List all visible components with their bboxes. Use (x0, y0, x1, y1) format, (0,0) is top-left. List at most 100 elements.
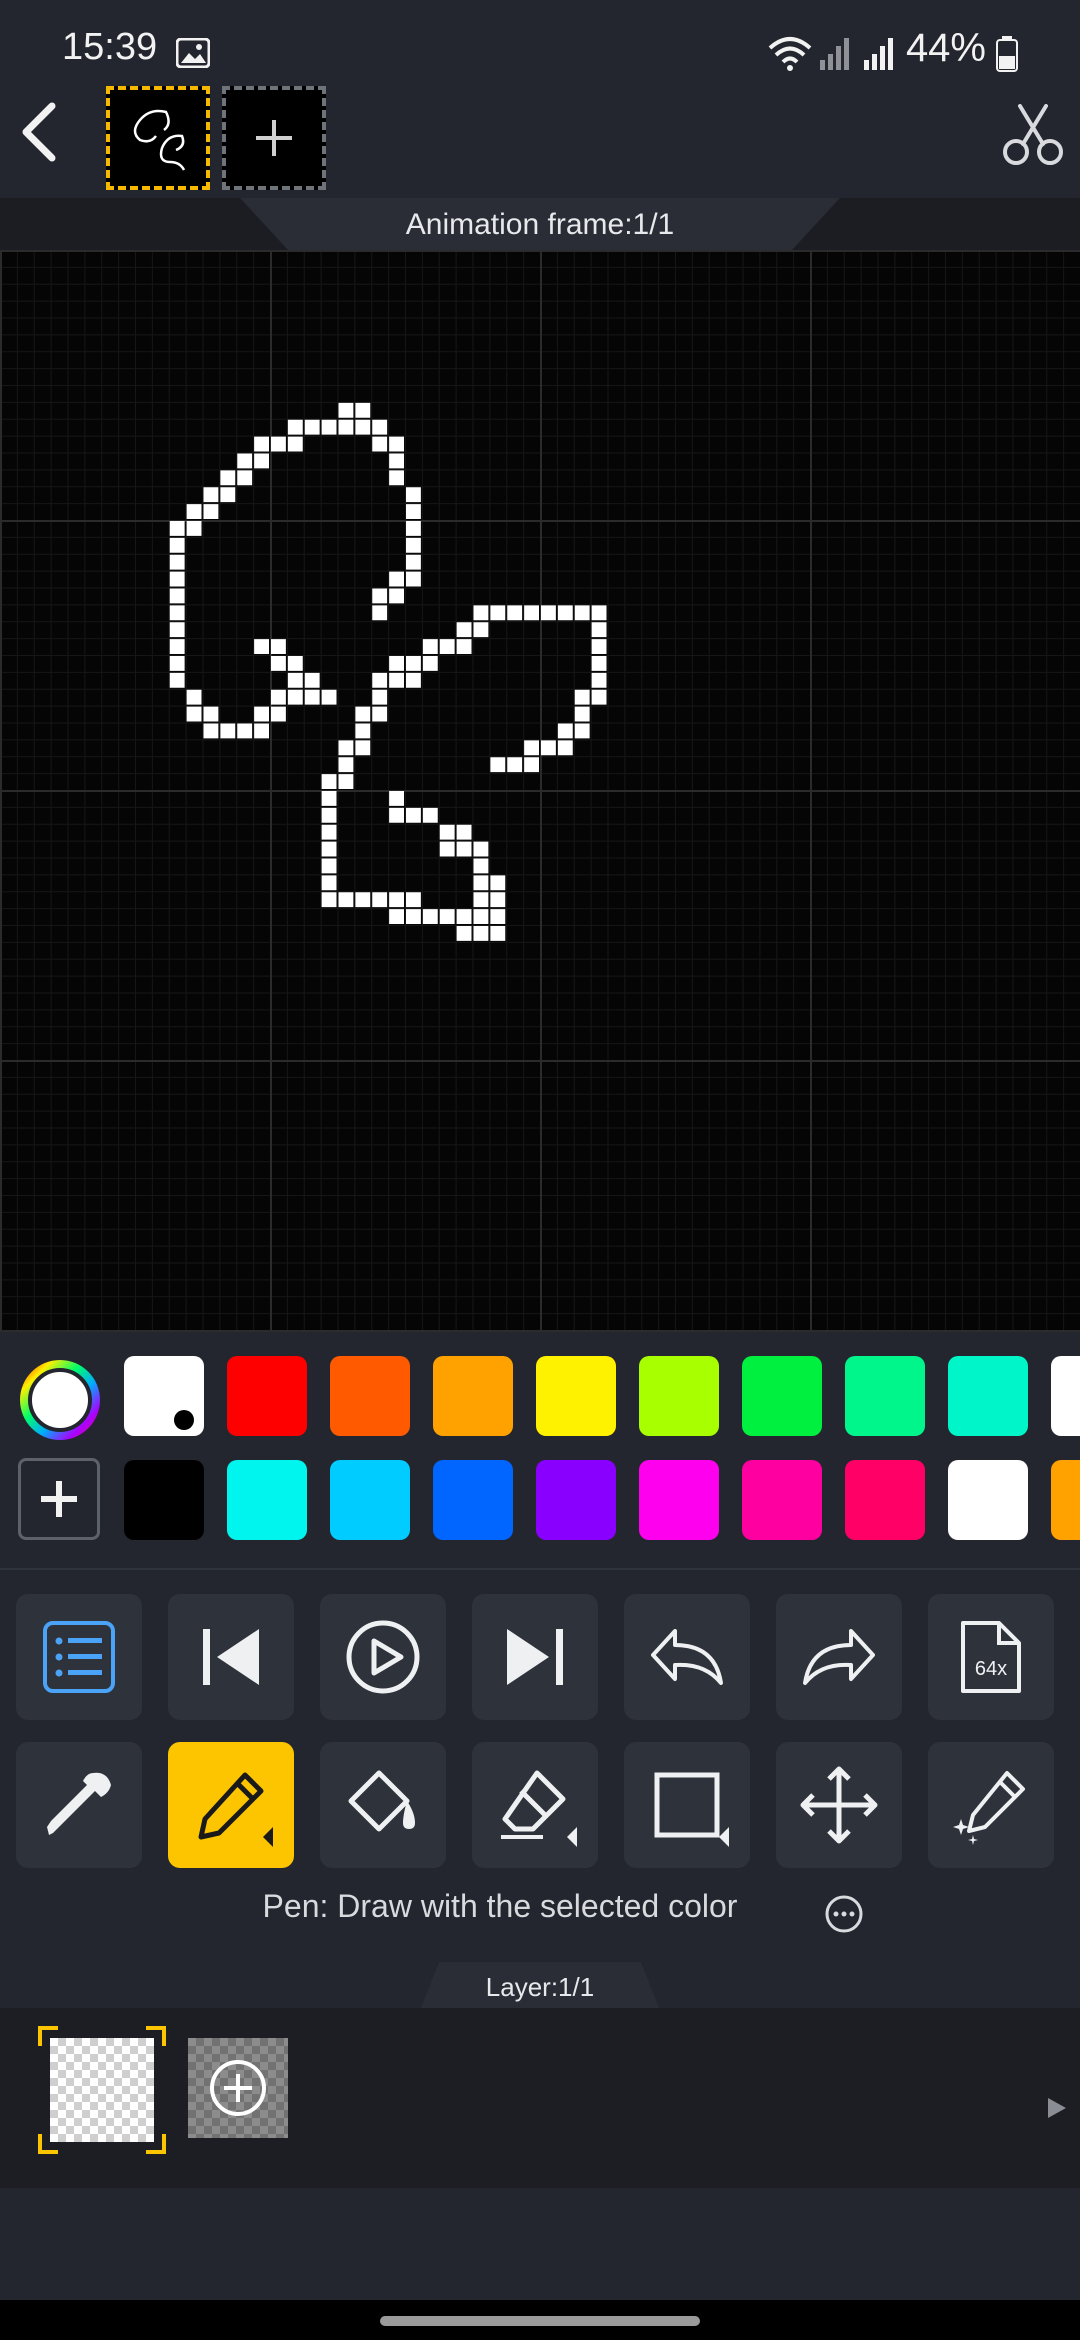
color-swatch[interactable] (433, 1356, 513, 1436)
pixel (591, 639, 607, 654)
shape-tool-button[interactable] (624, 1742, 750, 1868)
pixel (254, 723, 269, 739)
pixel (203, 504, 219, 519)
pixel (456, 639, 472, 654)
pixel (271, 689, 286, 705)
pixel (372, 689, 388, 705)
pixel (355, 706, 371, 722)
triangle-right-icon[interactable] (1046, 2096, 1068, 2120)
pixel (169, 571, 185, 587)
color-swatch[interactable] (948, 1356, 1028, 1436)
pixel (422, 909, 438, 924)
play-button[interactable] (320, 1594, 446, 1720)
pixel-art (169, 402, 607, 941)
pixel (389, 470, 404, 486)
pixel (304, 672, 320, 688)
color-swatch[interactable] (330, 1356, 410, 1436)
color-swatch[interactable] (742, 1356, 822, 1436)
color-swatch[interactable] (639, 1356, 719, 1436)
signal-icon (820, 38, 849, 70)
pixel (287, 689, 303, 705)
color-wheel-icon[interactable] (16, 1356, 104, 1444)
home-indicator[interactable] (380, 2316, 700, 2326)
frame-thumbnail-1[interactable] (106, 86, 210, 190)
pixel (338, 419, 354, 435)
fill-tool-button[interactable] (320, 1742, 446, 1868)
pixel (541, 740, 556, 756)
pixel (507, 757, 523, 773)
color-swatch[interactable] (124, 1460, 204, 1540)
pixel (254, 436, 269, 452)
pixel (169, 656, 185, 671)
more-icon[interactable] (824, 1894, 864, 1934)
scissors-icon[interactable] (1002, 104, 1064, 168)
color-swatch[interactable] (1051, 1460, 1080, 1540)
pixel (372, 436, 388, 452)
pixel (271, 706, 286, 722)
pixel (287, 419, 303, 435)
color-swatch[interactable] (742, 1460, 822, 1540)
pixel (372, 706, 388, 722)
color-swatch[interactable] (845, 1460, 925, 1540)
sparkle-pen-icon (953, 1771, 1025, 1845)
export-64x-button[interactable]: 64x (928, 1594, 1054, 1720)
color-swatch[interactable] (330, 1460, 410, 1540)
undo-button[interactable] (624, 1594, 750, 1720)
pixel (591, 605, 607, 621)
color-swatch[interactable] (639, 1460, 719, 1540)
magic-pen-button[interactable] (928, 1742, 1054, 1868)
color-swatch[interactable] (1051, 1356, 1080, 1436)
drawing-canvas[interactable] (0, 250, 1080, 1332)
pixel (406, 554, 421, 570)
wifi-icon (768, 37, 812, 71)
pixel (338, 757, 354, 773)
battery-percent: 44% (905, 26, 986, 70)
color-swatch[interactable] (948, 1460, 1028, 1540)
pixel (321, 689, 337, 705)
pixel (406, 504, 421, 519)
pixel (473, 926, 489, 941)
pixel (169, 622, 185, 638)
pixel (254, 706, 269, 722)
pixel (574, 605, 590, 621)
back-button[interactable] (18, 102, 62, 162)
pixel (574, 723, 590, 739)
skip-back-icon (203, 1629, 259, 1685)
pixel (220, 470, 236, 486)
pixel (389, 672, 404, 688)
pixel (456, 622, 472, 638)
pixel (406, 537, 421, 553)
layer-selection-frame (38, 2026, 166, 2154)
pen-tool-button[interactable] (168, 1742, 294, 1868)
gallery-icon (176, 38, 210, 68)
pixel (287, 656, 303, 671)
pixel (355, 892, 371, 908)
pixel (186, 521, 202, 536)
pixel (389, 807, 404, 823)
eyedropper-icon (47, 1772, 111, 1835)
pixel (439, 639, 455, 654)
pixel (439, 841, 455, 857)
pixel (304, 419, 320, 435)
layers-list-button[interactable] (16, 1594, 142, 1720)
add-color-button[interactable] (18, 1458, 100, 1540)
pixel (439, 824, 455, 840)
color-swatch[interactable] (433, 1460, 513, 1540)
previous-frame-button[interactable] (168, 1594, 294, 1720)
move-tool-button[interactable] (776, 1742, 902, 1868)
add-frame-button[interactable] (222, 86, 326, 190)
eyedropper-button[interactable] (16, 1742, 142, 1868)
color-swatch[interactable] (227, 1356, 307, 1436)
redo-button[interactable] (776, 1594, 902, 1720)
next-frame-button[interactable] (472, 1594, 598, 1720)
color-swatch[interactable] (227, 1460, 307, 1540)
pixel (271, 436, 286, 452)
color-swatch[interactable] (536, 1356, 616, 1436)
skip-forward-icon (507, 1629, 563, 1685)
frame-preview (133, 109, 186, 171)
color-swatch[interactable] (845, 1356, 925, 1436)
color-swatch[interactable] (536, 1460, 616, 1540)
pixel (355, 723, 371, 739)
eraser-tool-button[interactable] (472, 1742, 598, 1868)
export-64x-icon: 64x (961, 1621, 1021, 1693)
